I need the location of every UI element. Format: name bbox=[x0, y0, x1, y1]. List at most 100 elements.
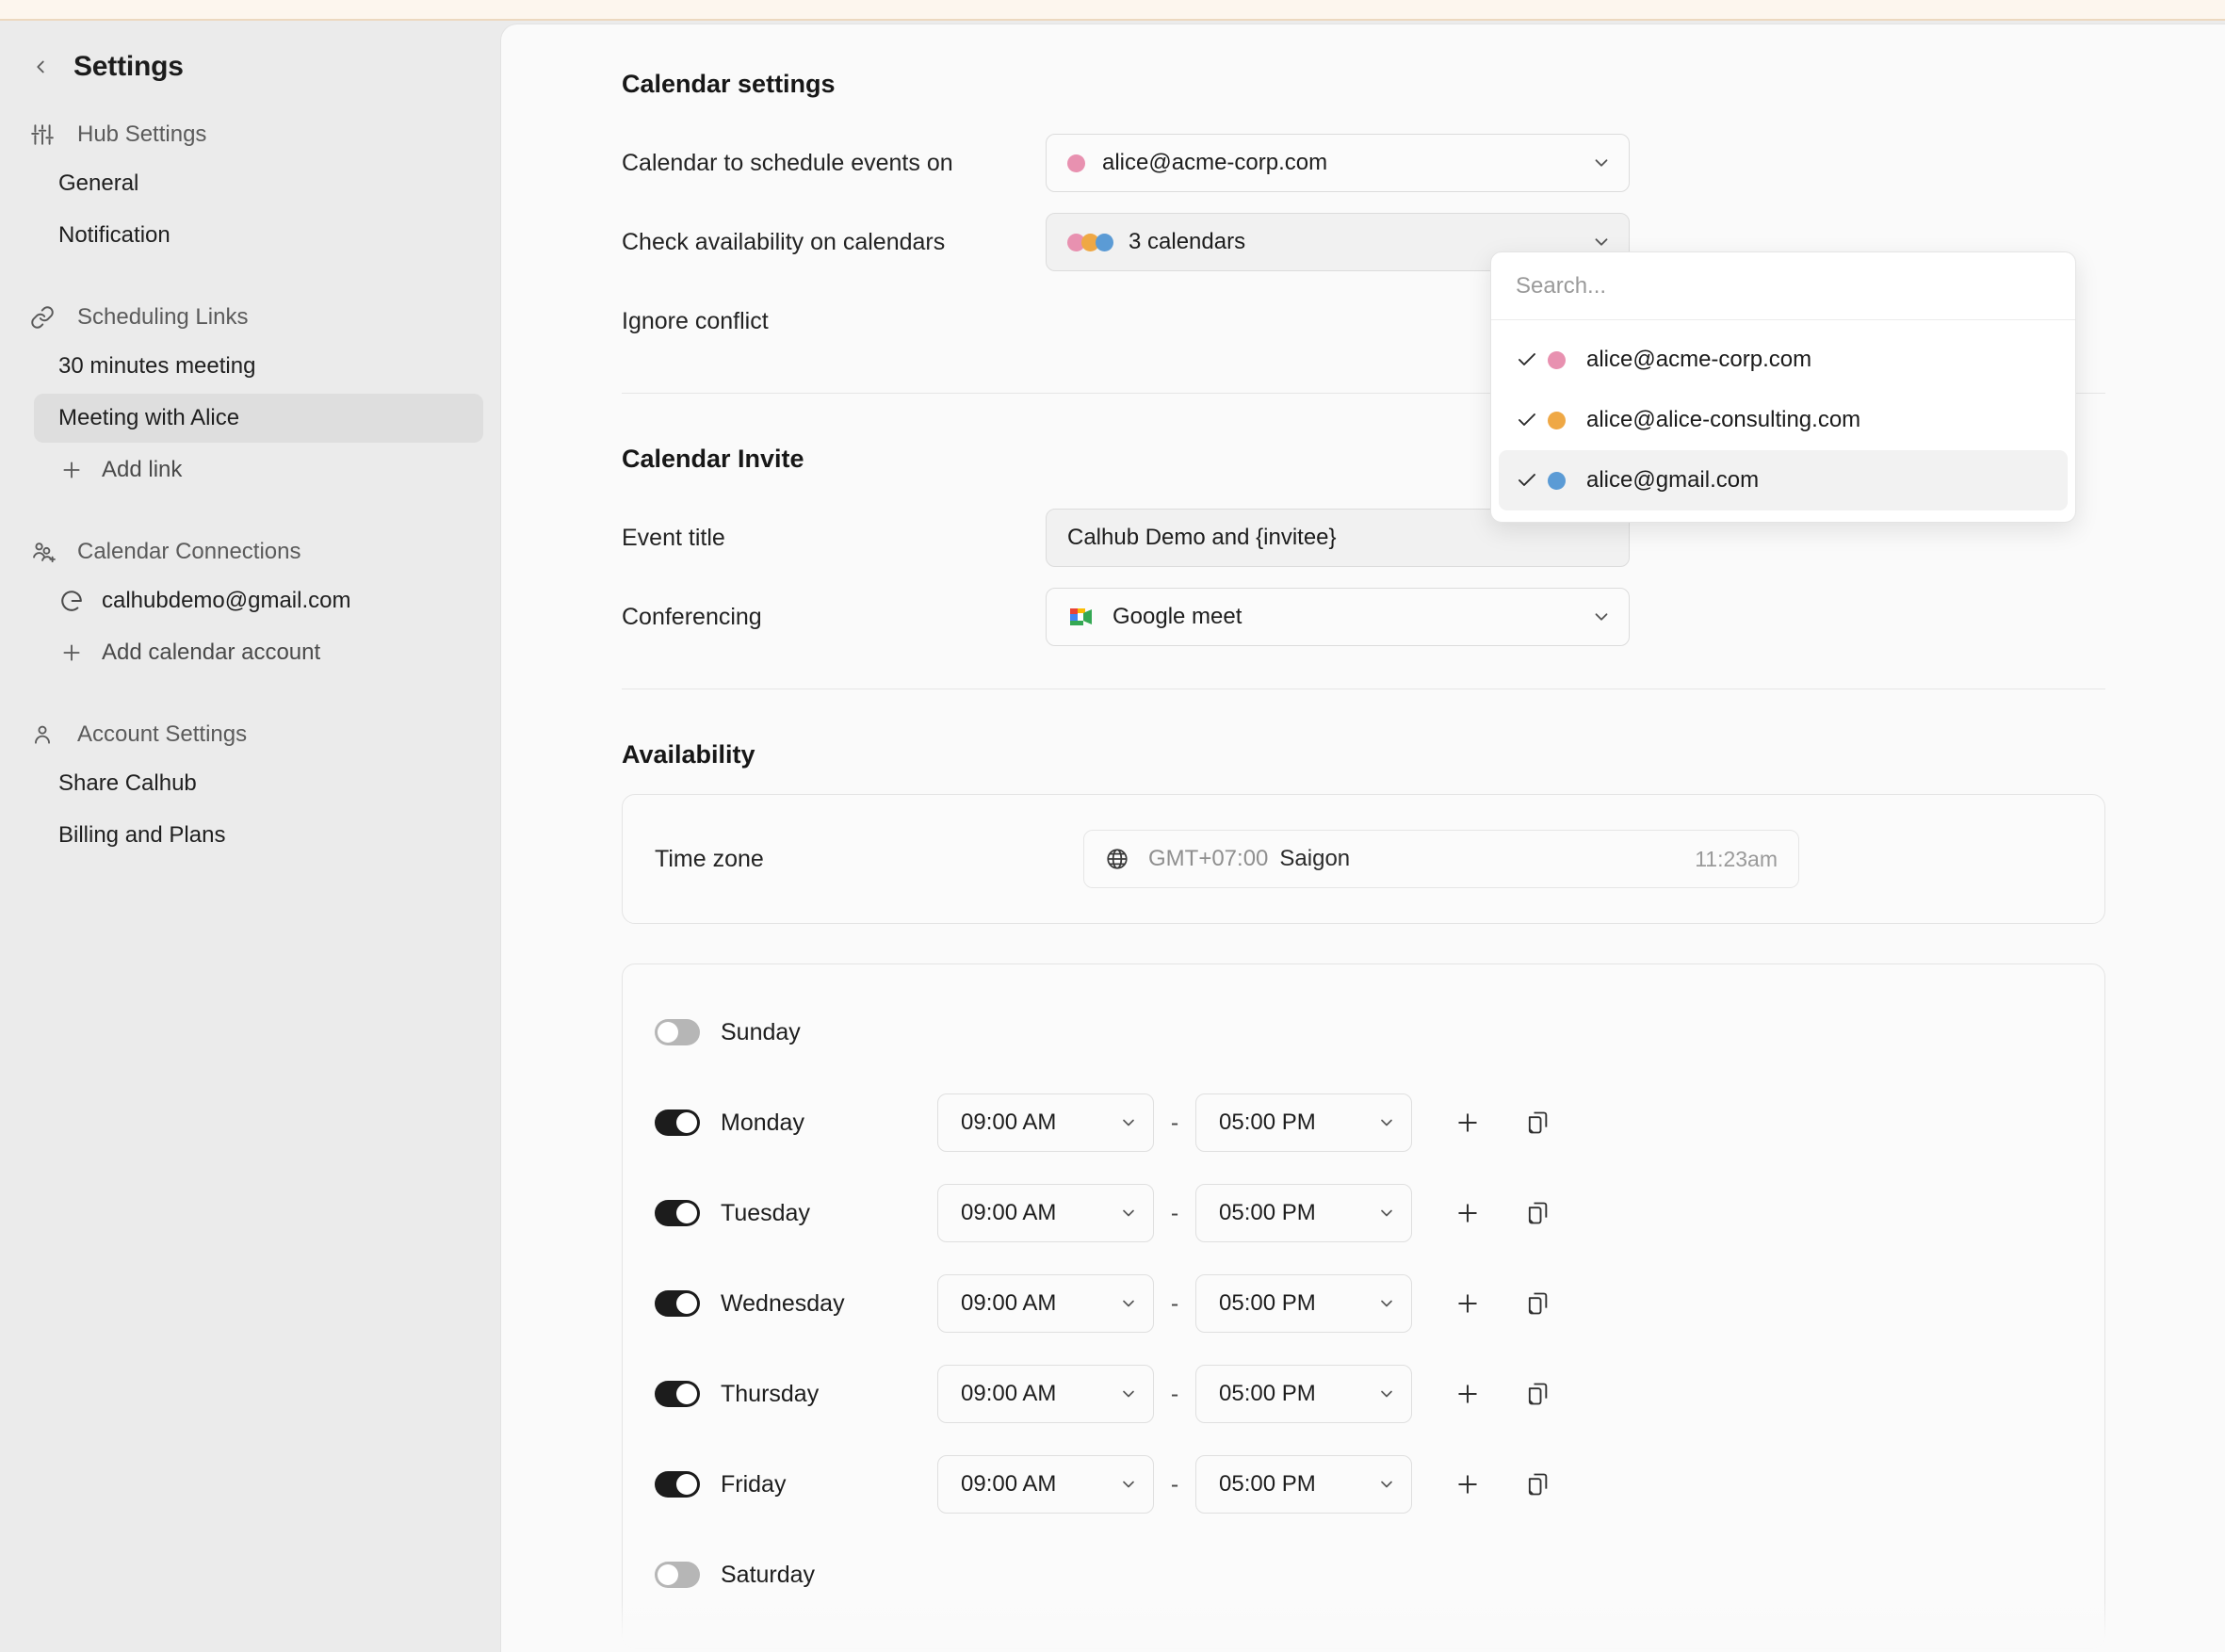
sidebar-group-account-settings[interactable]: Account Settings bbox=[0, 713, 500, 756]
start-time-value: 09:00 AM bbox=[961, 1471, 1057, 1497]
day-toggle-friday[interactable] bbox=[655, 1471, 700, 1498]
chevron-down-icon bbox=[1377, 1475, 1396, 1494]
row-time-zone: Time zone GMT+07:00 Saigon 11:23am bbox=[623, 795, 2104, 923]
copy-icon[interactable] bbox=[1521, 1197, 1553, 1229]
end-time-select[interactable]: 05:00 PM bbox=[1195, 1093, 1412, 1152]
end-time-select[interactable]: 05:00 PM bbox=[1195, 1274, 1412, 1333]
time-zone-offset: GMT+07:00 bbox=[1148, 846, 1269, 871]
chevron-down-icon bbox=[1377, 1204, 1396, 1223]
sidebar-item-label: Share Calhub bbox=[58, 770, 197, 796]
end-time-select[interactable]: 05:00 PM bbox=[1195, 1365, 1412, 1423]
chevron-down-icon bbox=[1119, 1385, 1138, 1403]
day-toggle-monday[interactable] bbox=[655, 1109, 700, 1136]
link-icon bbox=[28, 303, 57, 332]
sidebar-group-scheduling-links[interactable]: Scheduling Links bbox=[0, 296, 500, 339]
calendar-option-alice-consulting[interactable]: alice@alice-consulting.com bbox=[1499, 390, 2068, 450]
top-banner bbox=[0, 0, 2225, 21]
nav-group-calendar-connections: Calendar Connections calhubdemo@gmail.co… bbox=[0, 530, 500, 677]
calendar-multiselect-dropdown: Search... alice@acme-corp.com alice@alic… bbox=[1490, 251, 2076, 523]
day-row-actions bbox=[1452, 1288, 1553, 1320]
time-zone-current-time: 11:23am bbox=[1695, 846, 1778, 871]
schedule-calendar-select[interactable]: alice@acme-corp.com bbox=[1046, 134, 1630, 192]
section-title-availability: Availability bbox=[622, 740, 755, 769]
day-toggle-saturday[interactable] bbox=[655, 1562, 700, 1588]
start-time-select[interactable]: 09:00 AM bbox=[937, 1093, 1154, 1152]
day-row-sunday: Sunday bbox=[623, 987, 2104, 1077]
sidebar-item-general[interactable]: General bbox=[34, 159, 483, 208]
label-conferencing: Conferencing bbox=[622, 603, 762, 630]
time-range-separator: - bbox=[1170, 1109, 1179, 1136]
copy-icon[interactable] bbox=[1521, 1468, 1553, 1500]
globe-icon bbox=[1105, 847, 1129, 871]
add-time-range-button[interactable] bbox=[1452, 1468, 1484, 1500]
chevron-down-icon bbox=[1119, 1294, 1138, 1313]
sidebar-group-calendar-connections[interactable]: Calendar Connections bbox=[0, 530, 500, 574]
end-time-value: 05:00 PM bbox=[1219, 1109, 1316, 1135]
day-toggle-tuesday[interactable] bbox=[655, 1200, 700, 1226]
copy-icon[interactable] bbox=[1521, 1107, 1553, 1139]
start-time-select[interactable]: 09:00 AM bbox=[937, 1274, 1154, 1333]
label-schedule-on: Calendar to schedule events on bbox=[622, 149, 953, 176]
day-row-actions bbox=[1452, 1197, 1553, 1229]
sidebar-item-calhubdemo-gmail[interactable]: calhubdemo@gmail.com bbox=[34, 576, 483, 625]
sidebar-group-hub-settings[interactable]: Hub Settings bbox=[0, 113, 500, 156]
time-zone-select[interactable]: GMT+07:00 Saigon 11:23am bbox=[1083, 830, 1799, 888]
sidebar: Settings Hub Settings General Notificati… bbox=[0, 23, 500, 1652]
copy-icon[interactable] bbox=[1521, 1378, 1553, 1410]
day-toggle-wednesday[interactable] bbox=[655, 1290, 700, 1317]
sidebar-item-label: Meeting with Alice bbox=[58, 405, 240, 430]
calendar-option-label: alice@gmail.com bbox=[1586, 467, 1760, 493]
nav-group-scheduling-links: Scheduling Links 30 minutes meeting Meet… bbox=[0, 296, 500, 494]
time-range-separator: - bbox=[1170, 1289, 1179, 1317]
users-plus-icon bbox=[28, 538, 57, 566]
calendar-option-acme-corp[interactable]: alice@acme-corp.com bbox=[1499, 330, 2068, 390]
section-title-calendar-settings: Calendar settings bbox=[622, 70, 836, 98]
check-availability-value: 3 calendars bbox=[1129, 229, 1246, 254]
plus-icon bbox=[58, 457, 85, 483]
day-label: Sunday bbox=[721, 1018, 801, 1045]
end-time-select[interactable]: 05:00 PM bbox=[1195, 1455, 1412, 1514]
user-icon bbox=[28, 721, 57, 749]
day-row-actions bbox=[1452, 1378, 1553, 1410]
day-row-wednesday: Wednesday 09:00 AM - 05:00 PM bbox=[623, 1258, 2104, 1349]
calendar-option-list: alice@acme-corp.com alice@alice-consulti… bbox=[1491, 320, 2075, 522]
google-meet-icon bbox=[1067, 605, 1096, 629]
day-row-actions bbox=[1452, 1468, 1553, 1500]
sidebar-item-billing-and-plans[interactable]: Billing and Plans bbox=[34, 811, 483, 860]
day-row-thursday: Thursday 09:00 AM - 05:00 PM bbox=[623, 1349, 2104, 1439]
sidebar-group-label: Account Settings bbox=[77, 721, 248, 747]
row-conferencing: Conferencing Google meet bbox=[622, 577, 2225, 656]
add-time-range-button[interactable] bbox=[1452, 1197, 1484, 1229]
start-time-value: 09:00 AM bbox=[961, 1109, 1057, 1135]
start-time-select[interactable]: 09:00 AM bbox=[937, 1184, 1154, 1242]
calendar-option-label: alice@alice-consulting.com bbox=[1586, 407, 1861, 432]
sidebar-item-30-minutes-meeting[interactable]: 30 minutes meeting bbox=[34, 342, 483, 391]
chevron-down-icon bbox=[1377, 1294, 1396, 1313]
calendar-option-gmail[interactable]: alice@gmail.com bbox=[1499, 450, 2068, 510]
start-time-select[interactable]: 09:00 AM bbox=[937, 1365, 1154, 1423]
sidebar-item-label: calhubdemo@gmail.com bbox=[102, 588, 351, 613]
sidebar-item-share-calhub[interactable]: Share Calhub bbox=[34, 759, 483, 808]
conferencing-select[interactable]: Google meet bbox=[1046, 588, 1630, 646]
calendar-search-input[interactable]: Search... bbox=[1491, 252, 2075, 320]
add-time-range-button[interactable] bbox=[1452, 1107, 1484, 1139]
copy-icon[interactable] bbox=[1521, 1288, 1553, 1320]
end-time-value: 05:00 PM bbox=[1219, 1381, 1316, 1406]
add-time-range-button[interactable] bbox=[1452, 1288, 1484, 1320]
start-time-select[interactable]: 09:00 AM bbox=[937, 1455, 1154, 1514]
sidebar-item-notification[interactable]: Notification bbox=[34, 211, 483, 260]
sidebar-item-label: 30 minutes meeting bbox=[58, 353, 256, 379]
time-zone-city: Saigon bbox=[1279, 846, 1351, 871]
add-time-range-button[interactable] bbox=[1452, 1378, 1484, 1410]
sidebar-item-label: Add link bbox=[102, 457, 183, 482]
sliders-icon bbox=[28, 121, 57, 149]
time-range-separator: - bbox=[1170, 1199, 1179, 1226]
back-chevron-icon[interactable] bbox=[28, 55, 53, 79]
day-toggle-sunday[interactable] bbox=[655, 1019, 700, 1045]
sidebar-item-add-link[interactable]: Add link bbox=[34, 445, 483, 494]
day-toggle-thursday[interactable] bbox=[655, 1381, 700, 1407]
sidebar-item-add-calendar-account[interactable]: Add calendar account bbox=[34, 628, 483, 677]
end-time-select[interactable]: 05:00 PM bbox=[1195, 1184, 1412, 1242]
sidebar-item-meeting-with-alice[interactable]: Meeting with Alice bbox=[34, 394, 483, 443]
day-row-actions bbox=[1452, 1107, 1553, 1139]
